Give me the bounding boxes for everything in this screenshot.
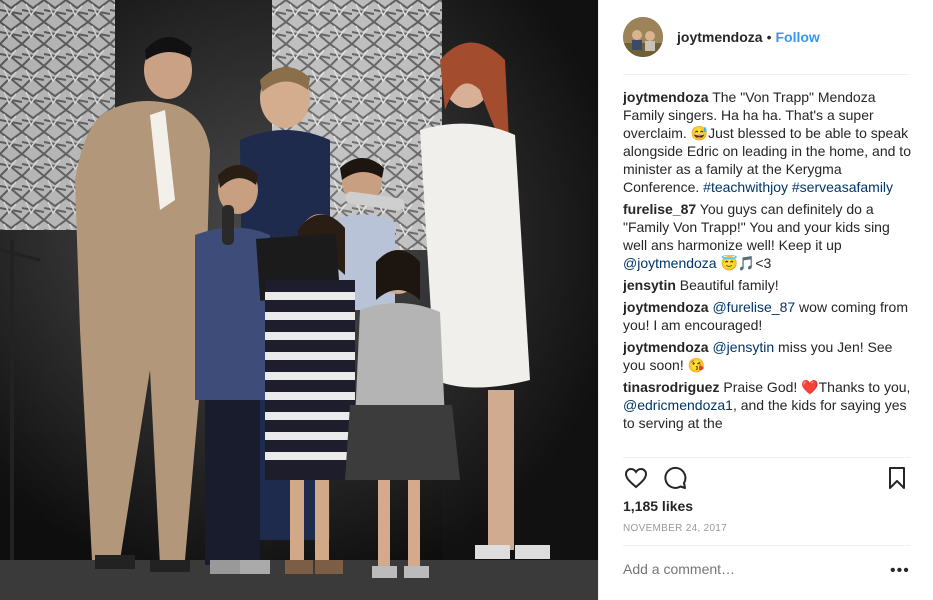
caption: joytmendoza The "Von Trapp" Mendoza Fami… [623, 88, 913, 196]
mention-link[interactable]: @furelise_87 [709, 299, 795, 315]
post-sidebar: joytmendoza • Follow joytmendoza The "Vo… [598, 0, 933, 600]
more-options-icon[interactable]: ••• [890, 562, 910, 580]
comment-text: Praise God! ❤️Thanks to you, [719, 379, 911, 395]
comment-text-after: 😇🎵<3 [716, 255, 772, 271]
family-stage-photo [0, 0, 598, 600]
post-header: joytmendoza • Follow [623, 16, 910, 58]
comment-username[interactable]: jensytin [623, 277, 676, 293]
comment-item: furelise_87 You guys can definitely do a… [623, 200, 913, 272]
actions-divider [623, 457, 910, 458]
mention-link[interactable]: @joytmendoza [623, 255, 717, 271]
post-username[interactable]: joytmendoza [677, 29, 763, 45]
mention-link[interactable]: @edricmendoza1 [623, 397, 733, 413]
user-avatar[interactable] [623, 17, 663, 57]
caption-username[interactable]: joytmendoza [623, 89, 709, 105]
comment-divider [623, 545, 910, 546]
comment-username[interactable]: tinasrodriguez [623, 379, 719, 395]
header-divider [623, 74, 910, 75]
post-photo[interactable] [0, 0, 598, 600]
comment-username[interactable]: furelise_87 [623, 201, 696, 217]
post-actions [623, 463, 910, 493]
comment-item: joytmendoza @furelise_87 wow coming from… [623, 298, 913, 334]
post-date[interactable]: NOVEMBER 24, 2017 [623, 523, 727, 534]
comment-item: joytmendoza @jensytin miss you Jen! See … [623, 338, 913, 374]
comment-item: jensytin Beautiful family! [623, 276, 913, 294]
bookmark-icon[interactable] [884, 465, 910, 491]
comment-username[interactable]: joytmendoza [623, 299, 709, 315]
add-comment-input[interactable] [623, 561, 883, 577]
comment-username[interactable]: joytmendoza [623, 339, 709, 355]
avatar-image [623, 17, 663, 57]
heart-icon[interactable] [623, 465, 649, 491]
separator-dot: • [766, 29, 772, 45]
mention-link[interactable]: @jensytin [709, 339, 774, 355]
comment-text: Beautiful family! [675, 277, 779, 293]
comment-item: tinasrodriguez Praise God! ❤️Thanks to y… [623, 378, 913, 432]
comment-icon[interactable] [663, 465, 689, 491]
hashtag-link[interactable]: #serveasafamily [792, 179, 893, 195]
comments-list[interactable]: joytmendoza The "Von Trapp" Mendoza Fami… [623, 88, 913, 456]
follow-button[interactable]: Follow [775, 29, 819, 45]
likes-count[interactable]: 1,185 likes [623, 498, 693, 514]
hashtag-link[interactable]: #teachwithjoy [703, 179, 788, 195]
